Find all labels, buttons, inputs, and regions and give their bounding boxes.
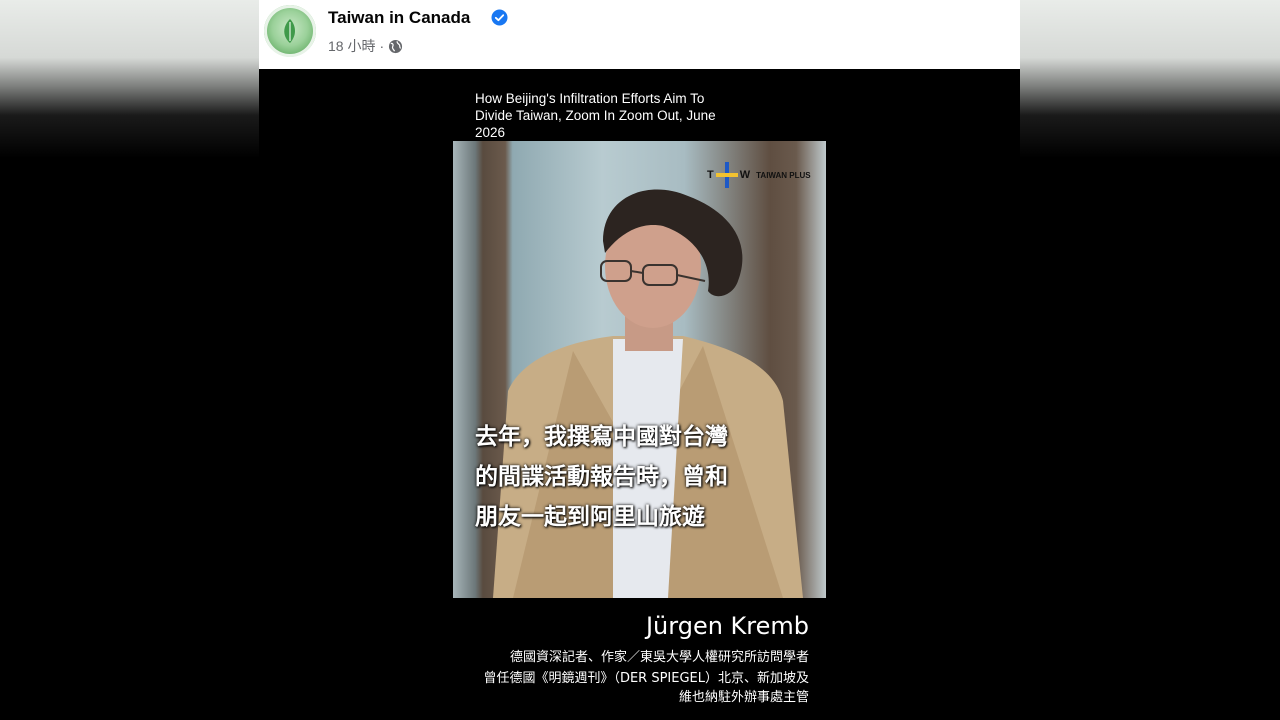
video-player[interactable]: T W TAIWAN PLUS 去年，我撰寫中國對台灣 的間諜活動報告時，曾和 … [453, 141, 826, 598]
verified-badge-icon [491, 9, 508, 26]
logo-brand-text: TAIWAN PLUS [756, 170, 811, 180]
video-title: How Beijing's Infiltration Efforts Aim T… [475, 91, 716, 140]
post-container: Taiwan in Canada 18 小時 · How Beijing's I… [259, 0, 1020, 720]
subtitle-line: 朋友一起到阿里山旅遊 [475, 504, 705, 530]
taiwan-logo-icon [284, 19, 295, 43]
page-name-link[interactable]: Taiwan in Canada [328, 8, 470, 28]
subtitle-line: 去年，我撰寫中國對台灣 [475, 424, 728, 450]
subtitle-line: 的間諜活動報告時，曾和 [475, 464, 728, 490]
post-timestamp[interactable]: 18 小時 [328, 36, 375, 56]
speaker-previous-role: 曾任德國《明鏡週刊》（DER SPIEGEL）北京、新加坡及 維也納駐外辦事處主… [409, 669, 809, 707]
speaker-name: Jürgen Kremb [645, 612, 809, 640]
blurred-backdrop-right [1020, 0, 1280, 720]
page-avatar[interactable] [264, 5, 316, 57]
video-subtitle: 去年，我撰寫中國對台灣 的間諜活動報告時，曾和 朋友一起到阿里山旅遊 [475, 417, 815, 537]
globe-icon[interactable] [388, 39, 403, 54]
plus-icon [715, 162, 738, 188]
post-header: Taiwan in Canada 18 小時 · [259, 0, 1020, 69]
speaker-prev-line: 曾任德國《明鏡週刊》（DER SPIEGEL）北京、新加坡及 [483, 671, 809, 686]
logo-letter-w: W [739, 169, 751, 181]
speaker-role: 德國資深記者、作家／東吳大學人權研究所訪問學者 [509, 650, 809, 665]
blurred-backdrop-left [0, 0, 259, 720]
speaker-prev-line: 維也納駐外辦事處主管 [678, 690, 809, 705]
logo-letter-t: T [707, 169, 714, 181]
post-meta: 18 小時 · [328, 36, 403, 56]
meta-separator: · [379, 38, 385, 54]
taiwanplus-logo: T W TAIWAN PLUS [707, 162, 811, 188]
